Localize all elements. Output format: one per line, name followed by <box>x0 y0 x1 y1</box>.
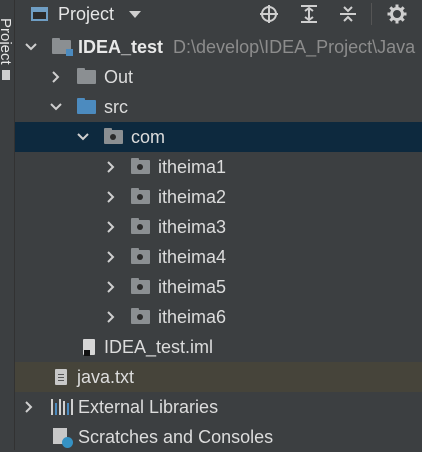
view-selector[interactable]: Project <box>31 2 142 26</box>
chevron-down-icon[interactable] <box>76 122 90 152</box>
package-icon <box>104 128 123 144</box>
package-icon <box>131 218 150 234</box>
panel-title[interactable]: Project <box>58 4 114 25</box>
tree-node-package[interactable]: itheima4 <box>15 242 422 272</box>
chevron-down-icon[interactable] <box>24 32 38 62</box>
root-path: D:\develop\IDEA_Project\Java <box>173 37 416 57</box>
scratches-icon <box>53 428 73 448</box>
tool-window-strip[interactable]: Project <box>0 0 15 450</box>
chevron-right-icon[interactable] <box>104 242 118 272</box>
chevron-down-icon[interactable] <box>129 10 142 18</box>
package-icon <box>131 308 150 324</box>
com-label: com <box>131 127 166 147</box>
iml-file-icon <box>83 339 95 356</box>
txt-label: java.txt <box>77 367 135 387</box>
package-label: itheima3 <box>158 217 227 237</box>
package-icon <box>131 248 150 264</box>
tree-node-com[interactable]: com <box>15 122 422 152</box>
folder-icon <box>77 68 96 84</box>
package-label: itheima4 <box>158 247 227 267</box>
source-folder-icon <box>77 98 96 114</box>
tree-node-root[interactable]: IDEA_test D:\develop\IDEA_Project\Java <box>15 32 422 62</box>
collapse-all-icon[interactable] <box>336 2 360 26</box>
tree-node-package[interactable]: itheima6 <box>15 302 422 332</box>
src-label: src <box>104 97 128 117</box>
tree-node-package[interactable]: itheima2 <box>15 182 422 212</box>
expand-all-icon[interactable] <box>297 2 321 26</box>
chevron-right-icon[interactable] <box>104 182 118 212</box>
package-label: itheima5 <box>158 277 227 297</box>
chevron-right-icon[interactable] <box>104 152 118 182</box>
project-view-icon <box>31 7 48 21</box>
tree-node-package[interactable]: itheima3 <box>15 212 422 242</box>
tree-node-src[interactable]: src <box>15 92 422 122</box>
chevron-right-icon[interactable] <box>22 392 36 422</box>
package-label: itheima6 <box>158 307 227 327</box>
package-icon <box>131 158 150 174</box>
module-folder-icon <box>52 38 73 56</box>
locate-icon[interactable] <box>257 2 281 26</box>
tree-node-package[interactable]: itheima1 <box>15 152 422 182</box>
package-icon <box>131 278 150 294</box>
text-file-icon <box>55 369 67 385</box>
out-label: Out <box>104 67 134 87</box>
scratches-label: Scratches and Consoles <box>78 427 274 447</box>
toolbar-separator <box>371 3 372 25</box>
chevron-right-icon[interactable] <box>104 302 118 332</box>
tree-node-scratches[interactable]: Scratches and Consoles <box>15 422 422 452</box>
tree-node-txt-file[interactable]: java.txt <box>15 362 422 392</box>
project-strip-label[interactable]: Project <box>0 18 14 65</box>
root-label: IDEA_test D:\develop\IDEA_Project\Java <box>78 36 415 58</box>
package-label: itheima2 <box>158 187 227 207</box>
libraries-icon <box>51 399 73 415</box>
chevron-right-icon[interactable] <box>49 62 63 92</box>
root-name: IDEA_test <box>78 37 164 57</box>
iml-label: IDEA_test.iml <box>104 337 214 357</box>
chevron-right-icon[interactable] <box>104 272 118 302</box>
strip-marker <box>2 70 10 80</box>
chevron-down-icon[interactable] <box>49 92 63 122</box>
chevron-right-icon[interactable] <box>104 212 118 242</box>
project-panel: Project IDEA_test D:\develop\IDEA_Projec… <box>15 0 422 450</box>
panel-header: Project <box>15 0 422 29</box>
package-label: itheima1 <box>158 157 227 177</box>
tree-node-iml-file[interactable]: IDEA_test.iml <box>15 332 422 362</box>
tree-node-package[interactable]: itheima5 <box>15 272 422 302</box>
libraries-label: External Libraries <box>78 397 219 417</box>
settings-icon[interactable] <box>385 2 409 26</box>
package-icon <box>131 188 150 204</box>
tree-node-external-libraries[interactable]: External Libraries <box>15 392 422 422</box>
tree-node-out[interactable]: Out <box>15 62 422 92</box>
